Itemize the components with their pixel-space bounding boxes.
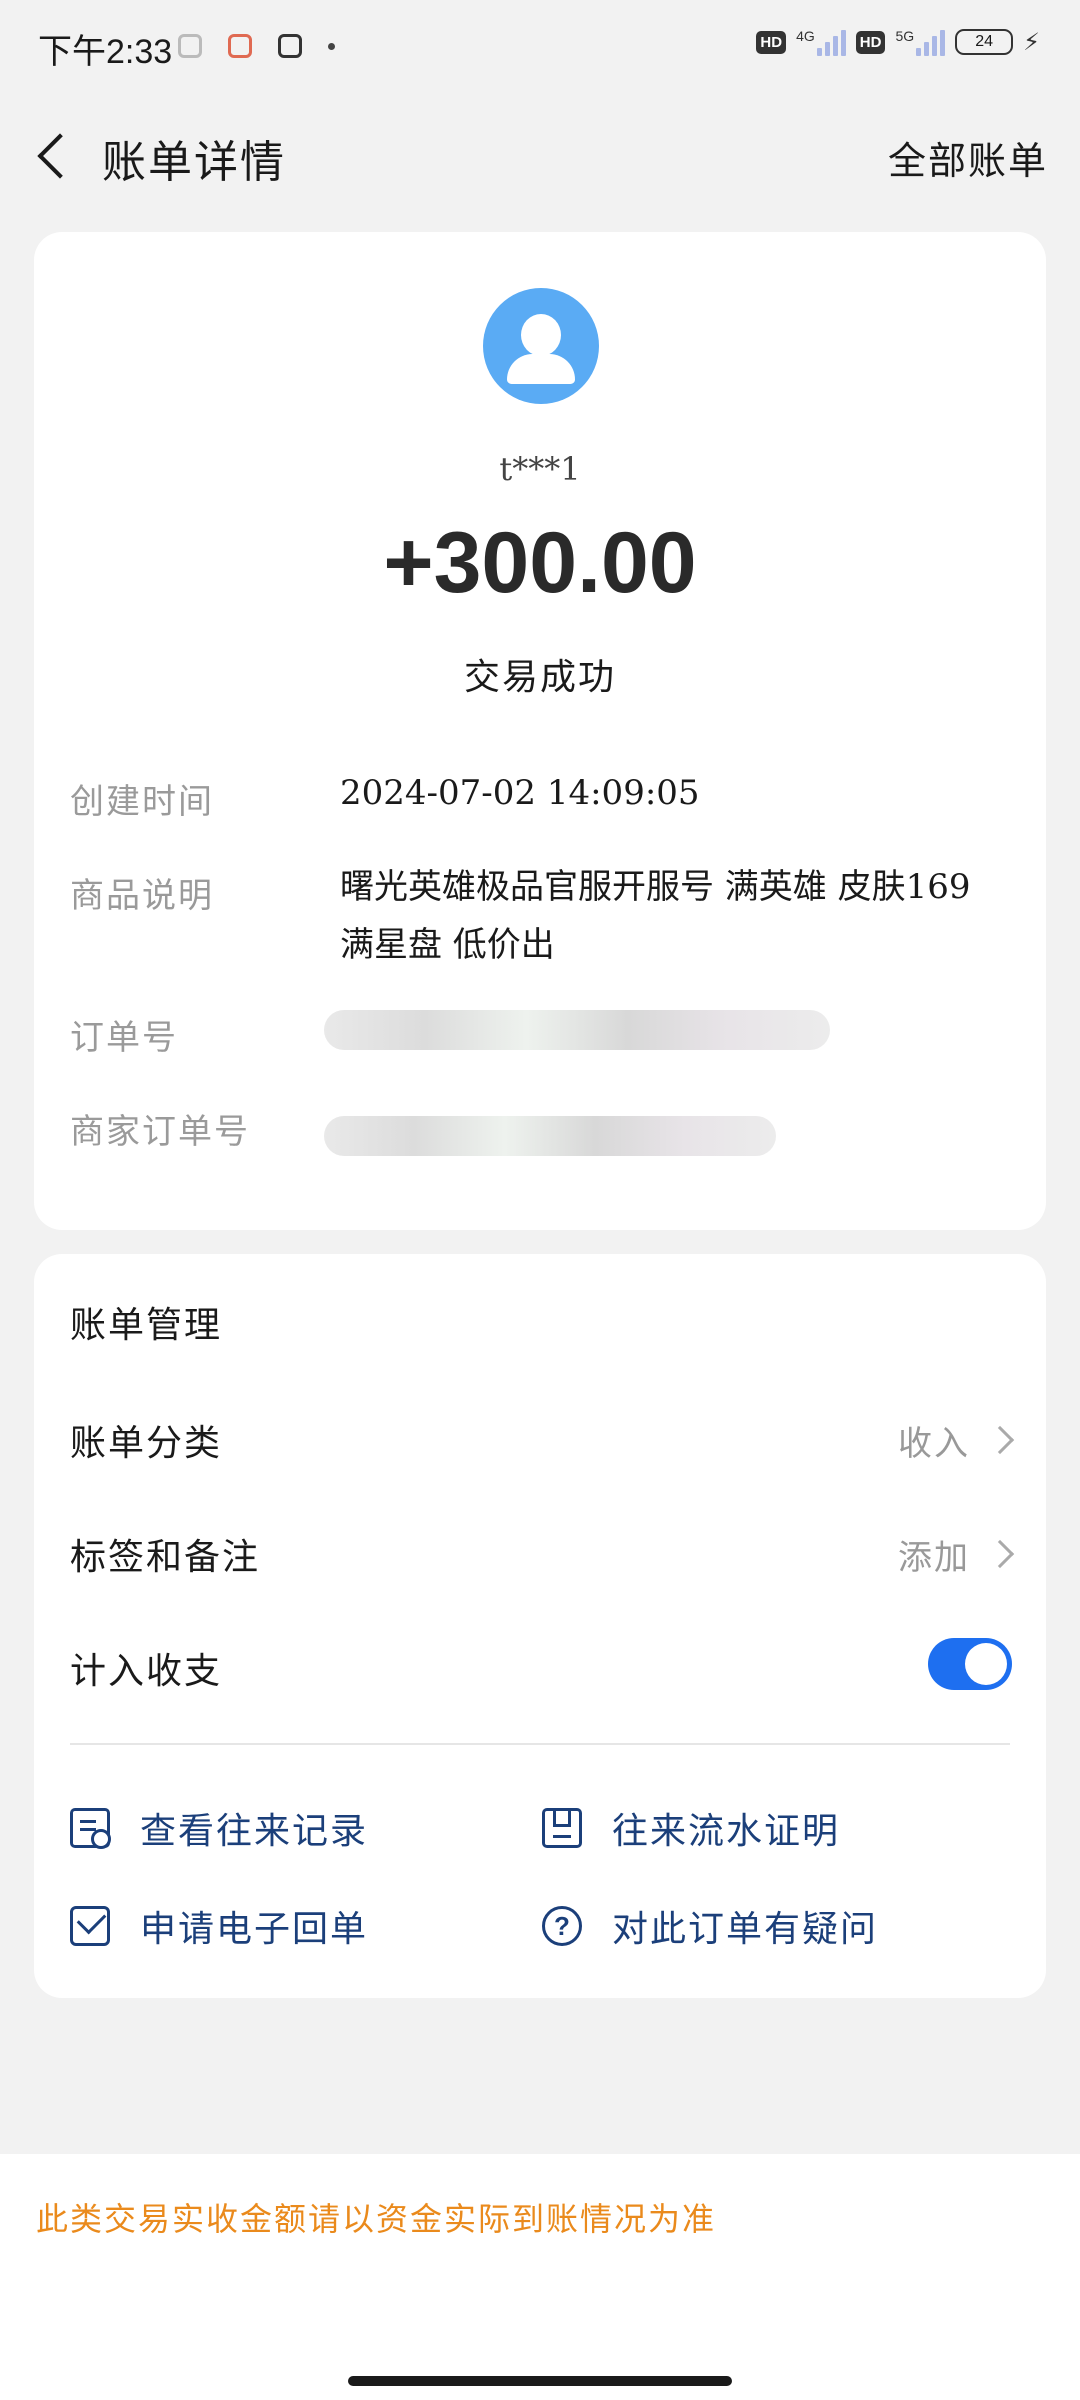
product-desc-label: 商品说明 — [70, 876, 214, 916]
chevron-right-icon — [985, 1425, 1015, 1455]
tags-notes-value: 添加 — [898, 1538, 970, 1578]
tags-notes-label: 标签和备注 — [70, 1537, 261, 1578]
notification-icons — [178, 34, 335, 58]
counterparty-name: t***1 — [499, 450, 581, 488]
bill-category-label: 账单分类 — [70, 1423, 223, 1464]
tags-notes-row[interactable]: 标签和备注 添加 — [34, 1514, 1046, 1594]
notice-text: 此类交易实收金额请以资金实际到账情况为准 — [36, 2200, 717, 2238]
flow-proof-button[interactable]: 往来流水证明 — [542, 1798, 840, 1858]
app-notification-icon — [278, 34, 302, 58]
chevron-right-icon — [985, 1539, 1015, 1569]
divider — [70, 1743, 1010, 1745]
view-records-button[interactable]: 查看往来记录 — [70, 1798, 368, 1858]
question-button[interactable]: ? 对此订单有疑问 — [542, 1896, 878, 1956]
bill-category-row[interactable]: 账单分类 收入 — [34, 1400, 1046, 1480]
charging-icon: ⚡ — [1023, 28, 1040, 56]
envelope-icon — [70, 1906, 110, 1946]
network-type-1: 4G — [796, 28, 815, 44]
bill-management-card: 账单管理 账单分类 收入 标签和备注 添加 计入收支 查看往来记录 往来流水证明… — [34, 1254, 1046, 1998]
record-search-icon — [70, 1808, 111, 1849]
order-number-label: 订单号 — [70, 1018, 178, 1058]
home-indicator[interactable] — [348, 2376, 732, 2386]
page-title: 账单详情 — [102, 137, 286, 188]
transaction-amount: +300.00 — [383, 515, 697, 611]
created-time-value: 2024-07-02 14:09:05 — [340, 773, 700, 813]
created-time-label: 创建时间 — [70, 782, 214, 822]
more-notifications-dot — [328, 42, 335, 50]
question-label: 对此订单有疑问 — [612, 1909, 879, 1950]
e-receipt-label: 申请电子回单 — [140, 1909, 369, 1950]
merchant-order-label: 商家订单号 — [70, 1112, 250, 1152]
transaction-status: 交易成功 — [463, 657, 616, 698]
certificate-icon — [542, 1808, 582, 1848]
status-bar: 下午2:33 HD 4G HD 5G 24 ⚡ — [0, 0, 1080, 96]
e-receipt-button[interactable]: 申请电子回单 — [70, 1896, 368, 1956]
signal-icon — [816, 28, 846, 56]
flow-proof-label: 往来流水证明 — [612, 1811, 841, 1852]
battery-icon: 24 — [955, 29, 1014, 55]
view-records-label: 查看往来记录 — [140, 1811, 369, 1852]
all-bills-link[interactable]: 全部账单 — [888, 130, 1048, 185]
bill-category-value: 收入 — [898, 1424, 970, 1464]
app-notification-icon — [178, 34, 202, 58]
include-income-label: 计入收支 — [70, 1651, 223, 1692]
hd-icon: HD — [756, 30, 787, 54]
question-mark-icon: ? — [542, 1906, 582, 1946]
include-income-toggle[interactable] — [928, 1638, 1012, 1690]
network-type-2: 5G — [895, 28, 915, 44]
back-arrow-icon[interactable] — [30, 128, 80, 184]
footer: 此类交易实收金额请以资金实际到账情况为准 — [0, 2154, 1080, 2400]
app-notification-icon — [228, 34, 252, 58]
status-time: 下午2:33 — [38, 33, 173, 71]
nav-header: 账单详情 全部账单 — [0, 110, 1080, 200]
status-right: HD 4G HD 5G 24 ⚡ — [756, 28, 1040, 56]
transaction-card: t***1 +300.00 交易成功 创建时间 2024-07-02 14:09… — [34, 232, 1046, 1230]
user-avatar-icon[interactable] — [483, 288, 599, 404]
include-income-row: 计入收支 — [34, 1628, 1046, 1708]
merchant-order-redacted — [324, 1116, 776, 1156]
section-title: 账单管理 — [70, 1305, 223, 1346]
product-desc-value: 曙光英雄极品官服开服号 满英雄 皮肤169 满星盘 低价出 — [340, 867, 971, 965]
signal-icon — [916, 28, 946, 56]
order-number-redacted — [324, 1010, 830, 1050]
hd-icon: HD — [855, 30, 886, 54]
